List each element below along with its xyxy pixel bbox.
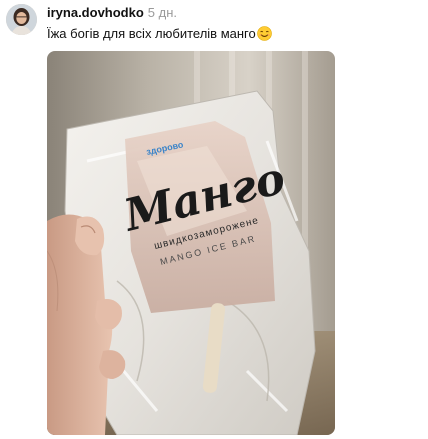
user-avatar[interactable] bbox=[6, 4, 37, 35]
smiling-face-emoji-icon bbox=[256, 26, 272, 45]
username-link[interactable]: iryna.dovhodko bbox=[47, 5, 144, 20]
mango-ice-bar-photo: здорово Манго швидкозаморожене MANGO ICE… bbox=[47, 51, 335, 435]
post-header: iryna.dovhodko 5 дн. bbox=[47, 5, 177, 21]
caption-text: Їжа богів для всіх любителів манго bbox=[47, 26, 256, 41]
post-photo[interactable]: здорово Манго швидкозаморожене MANGO ICE… bbox=[47, 51, 335, 435]
post-card: iryna.dovhodko 5 дн. Їжа богів для всіх л… bbox=[0, 0, 428, 439]
post-timestamp: 5 дн. bbox=[147, 5, 178, 20]
user-avatar-icon bbox=[6, 4, 37, 35]
post-caption: Їжа богів для всіх любителів манго bbox=[47, 26, 272, 45]
